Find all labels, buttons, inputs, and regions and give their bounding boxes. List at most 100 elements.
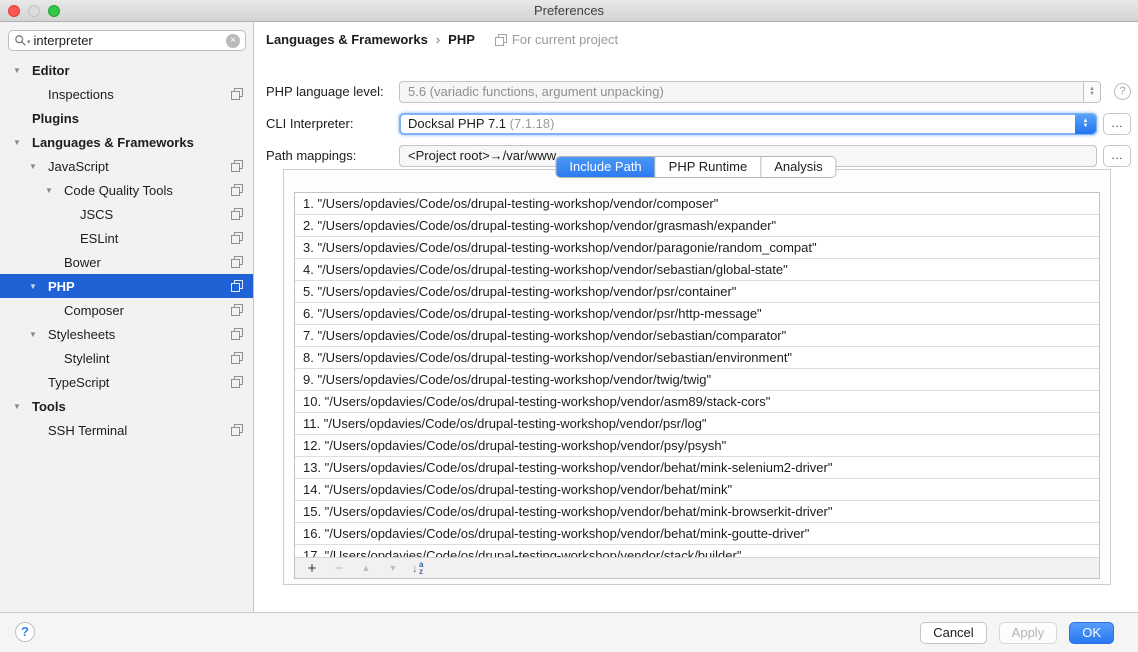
cli-interpreter-label: CLI Interpreter: [266, 113, 353, 135]
include-path-row[interactable]: 2. "/Users/opdavies/Code/os/drupal-testi… [295, 215, 1099, 237]
shared-settings-icon [231, 280, 243, 292]
search-options-caret-icon[interactable]: ▾ [27, 38, 31, 46]
breadcrumb: Languages & Frameworks › PHP For current… [266, 32, 618, 47]
include-path-row[interactable]: 11. "/Users/opdavies/Code/os/drupal-test… [295, 413, 1099, 435]
shared-settings-icon [231, 304, 243, 316]
dialog-footer: ? Cancel Apply OK [0, 612, 1138, 652]
cli-interpreter-select[interactable]: Docksal PHP 7.1 (7.1.18) ▲▼ [399, 113, 1097, 135]
apply-button[interactable]: Apply [999, 622, 1058, 644]
sidebar-item-label: ESLint [80, 231, 118, 246]
sidebar-item-php[interactable]: ▼PHP [0, 274, 253, 298]
minimize-button[interactable] [28, 5, 40, 17]
close-button[interactable] [8, 5, 20, 17]
include-path-row[interactable]: 3. "/Users/opdavies/Code/os/drupal-testi… [295, 237, 1099, 259]
sidebar-item-editor[interactable]: ▼Editor [0, 58, 253, 82]
help-icon[interactable]: ? [15, 622, 35, 642]
include-path-list: 1. "/Users/opdavies/Code/os/drupal-testi… [295, 193, 1099, 557]
include-path-row[interactable]: 12. "/Users/opdavies/Code/os/drupal-test… [295, 435, 1099, 457]
zoom-button[interactable] [48, 5, 60, 17]
sidebar-item-code-quality-tools[interactable]: ▼Code Quality Tools [0, 178, 253, 202]
sidebar-item-label: Stylelint [64, 351, 110, 366]
expand-arrow-icon[interactable]: ▼ [10, 402, 32, 411]
include-path-row[interactable]: 14. "/Users/opdavies/Code/os/drupal-test… [295, 479, 1099, 501]
sidebar-item-label: JavaScript [48, 159, 109, 174]
move-up-icon[interactable]: ▲ [358, 561, 374, 576]
breadcrumb-parent[interactable]: Languages & Frameworks [266, 32, 428, 47]
include-path-row[interactable]: 8. "/Users/opdavies/Code/os/drupal-testi… [295, 347, 1099, 369]
language-level-select[interactable]: 5.6 (variadic functions, argument unpack… [399, 81, 1101, 103]
sidebar-item-label: TypeScript [48, 375, 109, 390]
search-field[interactable]: ▾ × [8, 30, 246, 51]
move-down-icon[interactable]: ▼ [385, 561, 401, 576]
expand-arrow-icon[interactable]: ▼ [26, 162, 48, 171]
include-path-row[interactable]: 7. "/Users/opdavies/Code/os/drupal-testi… [295, 325, 1099, 347]
window-title: Preferences [0, 0, 1138, 21]
sidebar-item-stylelint[interactable]: Stylelint [0, 346, 253, 370]
include-path-row[interactable]: 6. "/Users/opdavies/Code/os/drupal-testi… [295, 303, 1099, 325]
shared-settings-icon [231, 424, 243, 436]
help-icon[interactable]: ? [1114, 83, 1131, 100]
search-icon [14, 34, 27, 47]
include-path-row[interactable]: 4. "/Users/opdavies/Code/os/drupal-testi… [295, 259, 1099, 281]
expand-arrow-icon[interactable]: ▼ [42, 186, 64, 195]
search-input[interactable] [34, 33, 226, 48]
include-path-row[interactable]: 15. "/Users/opdavies/Code/os/drupal-test… [295, 501, 1099, 523]
include-path-row[interactable]: 10. "/Users/opdavies/Code/os/drupal-test… [295, 391, 1099, 413]
include-tabs: Include PathPHP RuntimeAnalysis [555, 156, 836, 178]
sort-alphabetically-icon[interactable]: ↓ a z [412, 561, 423, 575]
settings-content: Languages & Frameworks › PHP For current… [254, 22, 1138, 612]
add-icon[interactable]: + [304, 561, 320, 576]
include-path-listbox: 1. "/Users/opdavies/Code/os/drupal-testi… [294, 192, 1100, 579]
shared-settings-icon [231, 376, 243, 388]
include-path-row[interactable]: 1. "/Users/opdavies/Code/os/drupal-testi… [295, 193, 1099, 215]
sidebar-item-label: PHP [48, 279, 75, 294]
tab-include-path[interactable]: Include Path [556, 157, 655, 177]
shared-settings-icon [231, 88, 243, 100]
expand-arrow-icon[interactable]: ▼ [26, 282, 48, 291]
include-path-row[interactable]: 17. "/Users/opdavies/Code/os/drupal-test… [295, 545, 1099, 557]
sidebar-item-languages-frameworks[interactable]: ▼Languages & Frameworks [0, 130, 253, 154]
tab-analysis[interactable]: Analysis [761, 157, 835, 177]
sidebar-item-label: Languages & Frameworks [32, 135, 194, 150]
include-path-row[interactable]: 9. "/Users/opdavies/Code/os/drupal-testi… [295, 369, 1099, 391]
remove-icon[interactable]: − [331, 561, 347, 576]
sidebar-item-tools[interactable]: ▼Tools [0, 394, 253, 418]
include-path-row[interactable]: 13. "/Users/opdavies/Code/os/drupal-test… [295, 457, 1099, 479]
sidebar-item-stylesheets[interactable]: ▼Stylesheets [0, 322, 253, 346]
cli-interpreter-browse-button[interactable]: … [1103, 113, 1131, 135]
settings-sidebar: ▾ × ▼EditorInspectionsPlugins▼Languages … [0, 22, 254, 612]
sidebar-item-label: Plugins [32, 111, 79, 126]
sidebar-item-typescript[interactable]: TypeScript [0, 370, 253, 394]
include-path-row[interactable]: 16. "/Users/opdavies/Code/os/drupal-test… [295, 523, 1099, 545]
ok-button[interactable]: OK [1069, 622, 1114, 644]
cancel-button[interactable]: Cancel [920, 622, 986, 644]
tab-php-runtime[interactable]: PHP Runtime [656, 157, 762, 177]
shared-settings-icon [231, 208, 243, 220]
include-path-row[interactable]: 5. "/Users/opdavies/Code/os/drupal-testi… [295, 281, 1099, 303]
path-mappings-browse-button[interactable]: … [1103, 145, 1131, 167]
include-path-panel: 1. "/Users/opdavies/Code/os/drupal-testi… [283, 169, 1111, 585]
clear-search-icon[interactable]: × [226, 34, 240, 48]
expand-arrow-icon[interactable]: ▼ [26, 330, 48, 339]
expand-arrow-icon[interactable]: ▼ [10, 138, 32, 147]
sidebar-item-label: Tools [32, 399, 66, 414]
cli-interpreter-value: Docksal PHP 7.1 [408, 116, 506, 131]
shared-settings-icon [231, 184, 243, 196]
scope-label: For current project [512, 32, 618, 47]
sidebar-item-plugins[interactable]: Plugins [0, 106, 253, 130]
sidebar-item-label: Stylesheets [48, 327, 115, 342]
sidebar-item-inspections[interactable]: Inspections [0, 82, 253, 106]
sidebar-item-javascript[interactable]: ▼JavaScript [0, 154, 253, 178]
sidebar-item-eslint[interactable]: ESLint [0, 226, 253, 250]
sidebar-item-label: JSCS [80, 207, 113, 222]
sidebar-item-jscs[interactable]: JSCS [0, 202, 253, 226]
sidebar-item-label: Editor [32, 63, 70, 78]
expand-arrow-icon[interactable]: ▼ [10, 66, 32, 75]
language-level-label: PHP language level: [266, 81, 384, 103]
sidebar-item-composer[interactable]: Composer [0, 298, 253, 322]
titlebar: Preferences [0, 0, 1138, 22]
scope-indicator: For current project [495, 32, 618, 47]
sidebar-item-ssh-terminal[interactable]: SSH Terminal [0, 418, 253, 442]
sidebar-item-bower[interactable]: Bower [0, 250, 253, 274]
breadcrumb-separator-icon: › [436, 32, 440, 47]
